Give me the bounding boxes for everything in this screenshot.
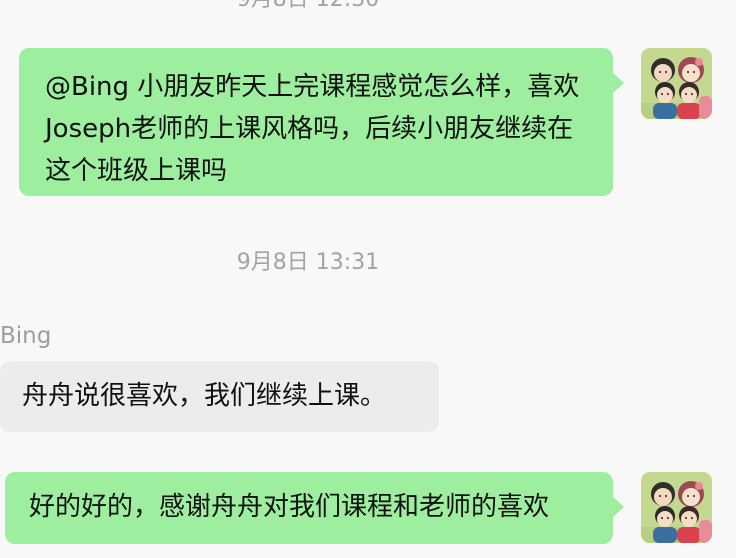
message-text: @Bing 小朋友昨天上完课程感觉怎么样，喜欢Joseph老师的上课风格吗，后续… (45, 72, 580, 186)
sender-name: Bing (0, 323, 52, 349)
message-bubble-outgoing[interactable]: @Bing 小朋友昨天上完课程感觉怎么样，喜欢Joseph老师的上课风格吗，后续… (19, 48, 624, 196)
bubble-tail (612, 72, 624, 94)
user-avatar[interactable] (641, 472, 712, 543)
chat-screen: 9月8日 12:30 @Bing 小朋友昨天上完课程感觉怎么样，喜欢Joseph… (0, 0, 736, 558)
message-bubble-outgoing[interactable]: 好的好的，感谢舟舟对我们课程和老师的喜欢 (5, 472, 624, 544)
message-text: 舟舟说很喜欢，我们继续上课。 (22, 381, 387, 411)
timestamp: 9月8日 12:30 (0, 0, 616, 14)
message-text: 好的好的，感谢舟舟对我们课程和老师的喜欢 (29, 492, 550, 522)
family-cartoon-avatar-icon (641, 48, 712, 119)
timestamp: 9月8日 13:31 (236, 250, 380, 275)
user-avatar[interactable] (641, 48, 712, 119)
bubble-tail (612, 496, 624, 518)
family-cartoon-avatar-icon (641, 472, 712, 543)
message-bubble-incoming[interactable]: 舟舟说很喜欢，我们继续上课。 (0, 361, 439, 432)
